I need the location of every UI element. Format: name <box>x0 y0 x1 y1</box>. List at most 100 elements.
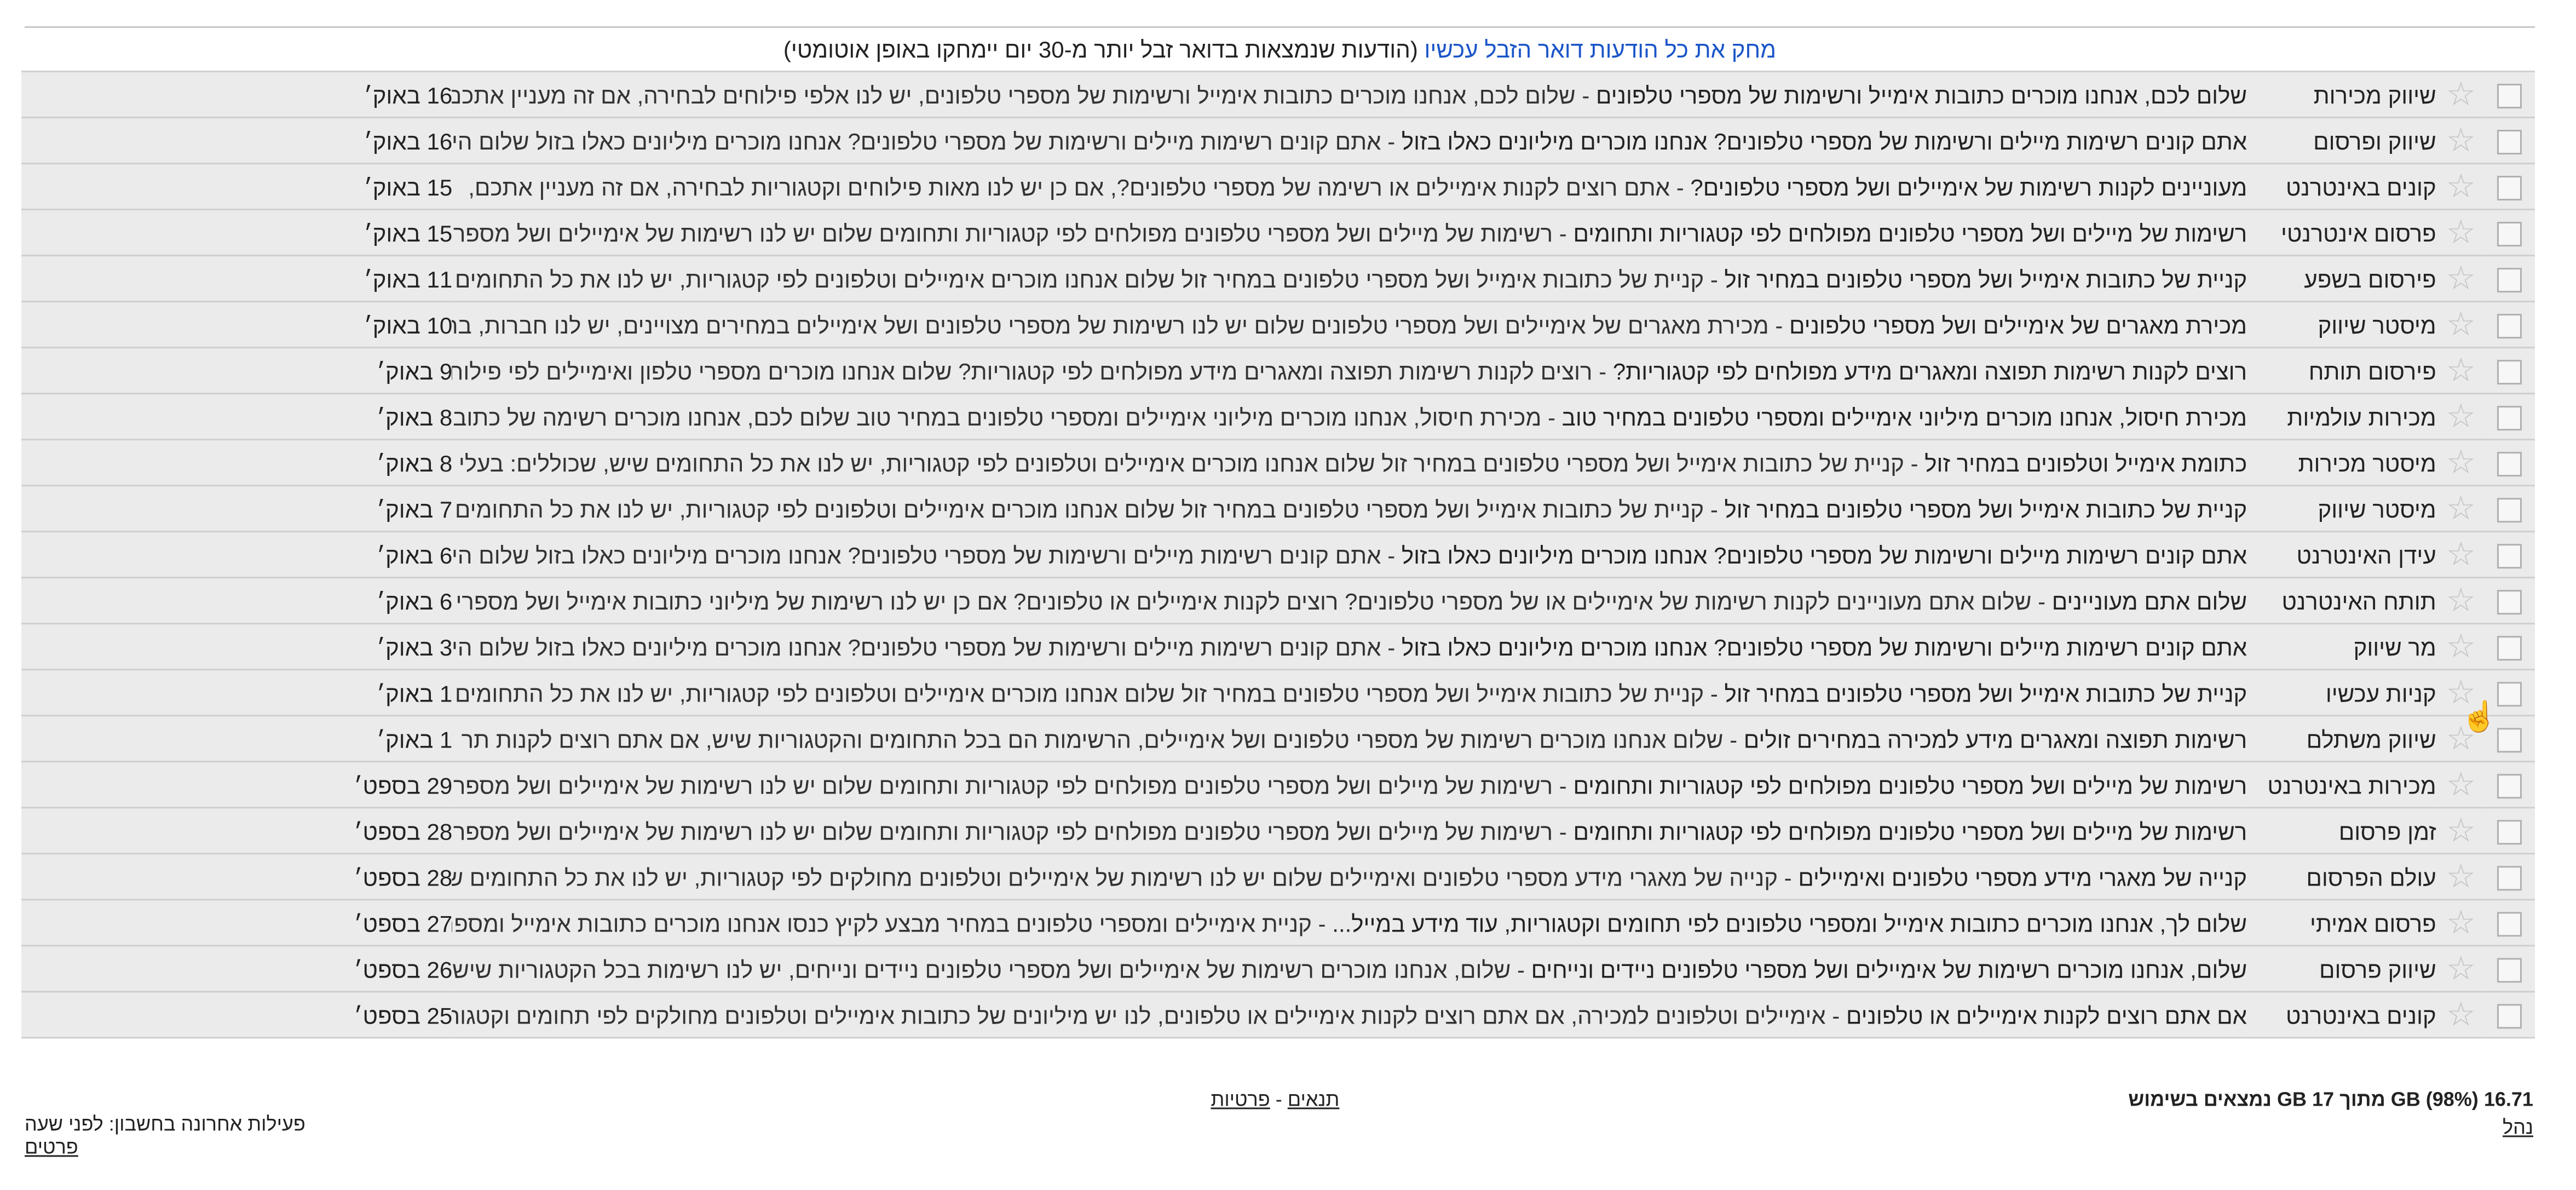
checkbox-icon[interactable] <box>2498 129 2523 154</box>
star-icon[interactable]: ☆ <box>2446 905 2476 941</box>
message-subject-cell[interactable]: קניית של כתובות אימייל ושל מספרי טלפונים… <box>452 255 2247 303</box>
message-subject-cell[interactable]: שלום לך, אנחנו מוכרים כתובות אימייל ומספ… <box>452 899 2247 947</box>
star-icon[interactable]: ☆ <box>2446 215 2476 251</box>
message-subject-cell[interactable]: שלום, אנחנו מוכרים רשימות של אימיילים וש… <box>452 945 2247 993</box>
message-row[interactable]: ☆ שיווק פרסום שלום, אנחנו מוכרים רשימות של… <box>21 945 2535 993</box>
message-row[interactable]: ☆ עידן האינטרנט אתם קונים רשימות מיילים ור… <box>21 531 2535 579</box>
privacy-link[interactable]: פרטיות <box>1211 1088 1270 1111</box>
message-subject-cell[interactable]: רשימות של מיילים ושל מספרי טלפונים מפולח… <box>452 761 2247 809</box>
message-subject-cell[interactable]: אתם קונים רשימות מיילים ורשימות של מספרי… <box>452 117 2247 165</box>
star-icon[interactable]: ☆ <box>2446 997 2476 1033</box>
message-sender[interactable]: מיסטר שיווק <box>2247 485 2436 533</box>
message-row[interactable]: ☆ שיווק מכירות שלום לכם, אנחנו מוכרים כתוב… <box>21 71 2535 119</box>
message-sender[interactable]: פירסום בשפע <box>2247 255 2436 303</box>
message-row[interactable]: ☆ מר שיווק אתם קונים רשימות מיילים ורשימות… <box>21 623 2535 671</box>
delete-all-spam-link[interactable]: מחק את כל הודעות דואר הזבל עכשיו <box>1425 36 1776 62</box>
message-subject-cell[interactable]: קנייה של מאגרי מידע מספרי טלפונים ואימיי… <box>452 853 2247 901</box>
message-subject-cell[interactable]: קניית של כתובות אימייל ושל מספרי טלפונים… <box>452 669 2247 717</box>
message-subject-cell[interactable]: קניית של כתובות אימייל ושל מספרי טלפונים… <box>452 485 2247 533</box>
checkbox-icon[interactable] <box>2498 819 2523 844</box>
message-subject-cell[interactable]: מכירת חיסול, אנחנו מוכרים מיליוני אימייל… <box>452 393 2247 441</box>
message-subject-cell[interactable]: אתם קונים רשימות מיילים ורשימות של מספרי… <box>452 531 2247 579</box>
message-subject-cell[interactable]: אתם קונים רשימות מיילים ורשימות של מספרי… <box>452 623 2247 671</box>
star-icon[interactable]: ☆ <box>2446 859 2476 895</box>
checkbox-icon[interactable] <box>2498 175 2523 200</box>
checkbox-icon[interactable] <box>2498 958 2523 983</box>
message-sender[interactable]: קונים באינטרנט <box>2247 991 2436 1039</box>
star-icon[interactable]: ☆ <box>2446 261 2476 297</box>
terms-link[interactable]: תנאים <box>1288 1088 1340 1111</box>
star-icon[interactable]: ☆ <box>2446 353 2476 389</box>
checkbox-icon[interactable] <box>2498 773 2523 798</box>
message-sender[interactable]: מיסטר מכירות <box>2247 439 2436 487</box>
checkbox-icon[interactable] <box>2498 589 2523 614</box>
star-icon[interactable]: ☆ <box>2446 169 2476 205</box>
checkbox-icon[interactable] <box>2498 451 2523 476</box>
message-sender[interactable]: עולם הפרסום <box>2247 853 2436 901</box>
activity-details-link[interactable]: פרטים <box>25 1135 306 1158</box>
message-row[interactable]: ☆ פירסום בשפע קניית של כתובות אימייל ושל מ… <box>21 255 2535 303</box>
star-icon[interactable]: ☆ <box>2446 399 2476 435</box>
message-sender[interactable]: זמן פרסום <box>2247 807 2436 855</box>
message-row[interactable]: ☆ קונים באינטרנט אם אתם רוצים לקנות אימייל… <box>21 991 2535 1039</box>
star-icon[interactable]: ☆ <box>2446 77 2476 113</box>
message-sender[interactable]: שיווק מכירות <box>2247 71 2436 119</box>
message-sender[interactable]: קונים באינטרנט <box>2247 163 2436 211</box>
checkbox-icon[interactable] <box>2498 543 2523 568</box>
message-subject-cell[interactable]: שלום לכם, אנחנו מוכרים כתובות אימייל ורש… <box>452 71 2247 119</box>
checkbox-icon[interactable] <box>2498 405 2523 430</box>
checkbox-icon[interactable] <box>2498 359 2523 384</box>
message-row[interactable]: ☆ שיווק ופרסום אתם קונים רשימות מיילים ורש… <box>21 117 2535 165</box>
checkbox-icon[interactable] <box>2498 267 2523 292</box>
message-sender[interactable]: מכירות באינטרנט <box>2247 761 2436 809</box>
message-sender[interactable]: שיווק משתלם <box>2247 715 2436 763</box>
message-subject-cell[interactable]: כתומת אימייל וטלפונים במחיר זול - קניית … <box>452 439 2247 487</box>
manage-storage-link[interactable]: נהל <box>2503 1116 2533 1139</box>
checkbox-icon[interactable] <box>2498 912 2523 937</box>
message-row[interactable]: ☆ מיסטר שיווק קניית של כתובות אימייל ושל מ… <box>21 485 2535 533</box>
message-sender[interactable]: עידן האינטרנט <box>2247 531 2436 579</box>
message-row[interactable]: ☆ קניות עכשיו קניית של כתובות אימייל ושל מ… <box>21 669 2535 717</box>
star-icon[interactable]: ☆ <box>2446 307 2476 343</box>
message-sender[interactable]: קניות עכשיו <box>2247 669 2436 717</box>
message-row[interactable]: ☆ פרסום אינטרנטי רשימות של מיילים ושל מספר… <box>21 209 2535 257</box>
message-row[interactable]: ☆ שיווק משתלם רשימות תפוצה ומאגרים מידע למ… <box>21 715 2535 763</box>
message-row[interactable]: ☆ מכירות באינטרנט רשימות של מיילים ושל מספ… <box>21 761 2535 809</box>
message-sender[interactable]: שיווק פרסום <box>2247 945 2436 993</box>
message-row[interactable]: ☆ פירסום תותח רוצים לקנות רשימות תפוצה ומא… <box>21 347 2535 395</box>
message-subject-cell[interactable]: מעוניינים לקנות רשימות של אימיילים ושל מ… <box>452 163 2247 211</box>
checkbox-icon[interactable] <box>2498 313 2523 338</box>
message-row[interactable]: ☆ מכירות עולמיות מכירת חיסול, אנחנו מוכרים… <box>21 393 2535 441</box>
message-row[interactable]: ☆ זמן פרסום רשימות של מיילים ושל מספרי טלפ… <box>21 807 2535 855</box>
star-icon[interactable]: ☆ <box>2446 813 2476 849</box>
checkbox-icon[interactable] <box>2498 727 2523 752</box>
message-row[interactable]: ☆ מיסטר מכירות כתומת אימייל וטלפונים במחיר… <box>21 439 2535 487</box>
message-subject-cell[interactable]: מכירת מאגרים של אימיילים ושל מספרי טלפונ… <box>452 301 2247 349</box>
message-sender[interactable]: פירסום תותח <box>2247 347 2436 395</box>
star-icon[interactable]: ☆ <box>2446 445 2476 481</box>
message-sender[interactable]: מכירות עולמיות <box>2247 393 2436 441</box>
message-subject-cell[interactable]: שלום אתם מעוניינים - שלום אתם מעוניינים … <box>452 577 2247 625</box>
message-subject-cell[interactable]: רוצים לקנות רשימות תפוצה ומאגרים מידע מפ… <box>452 347 2247 395</box>
checkbox-icon[interactable] <box>2498 681 2523 706</box>
star-icon[interactable]: ☆ <box>2446 583 2476 619</box>
message-row[interactable]: ☆ מיסטר שיווק מכירת מאגרים של אימיילים ושל… <box>21 301 2535 349</box>
star-icon[interactable]: ☆ <box>2446 767 2476 803</box>
checkbox-icon[interactable] <box>2498 221 2523 246</box>
message-subject-cell[interactable]: אם אתם רוצים לקנות אימיילים או טלפונים -… <box>452 991 2247 1039</box>
checkbox-icon[interactable] <box>2498 83 2523 108</box>
message-row[interactable]: ☆ תותח האינטרנט שלום אתם מעוניינים - שלום … <box>21 577 2535 625</box>
message-row[interactable]: ☆ עולם הפרסום קנייה של מאגרי מידע מספרי טל… <box>21 853 2535 901</box>
message-sender[interactable]: מר שיווק <box>2247 623 2436 671</box>
message-row[interactable]: ☆ קונים באינטרנט מעוניינים לקנות רשימות של… <box>21 163 2535 211</box>
star-icon[interactable]: ☆ <box>2446 629 2476 665</box>
message-sender[interactable]: שיווק ופרסום <box>2247 117 2436 165</box>
star-icon[interactable]: ☆ <box>2446 491 2476 527</box>
message-row[interactable]: ☆ פרסום אמיתי שלום לך, אנחנו מוכרים כתובות… <box>21 899 2535 947</box>
checkbox-icon[interactable] <box>2498 497 2523 522</box>
checkbox-icon[interactable] <box>2498 1004 2523 1029</box>
checkbox-icon[interactable] <box>2498 635 2523 660</box>
message-sender[interactable]: פרסום אמיתי <box>2247 899 2436 947</box>
message-sender[interactable]: מיסטר שיווק <box>2247 301 2436 349</box>
message-sender[interactable]: תותח האינטרנט <box>2247 577 2436 625</box>
